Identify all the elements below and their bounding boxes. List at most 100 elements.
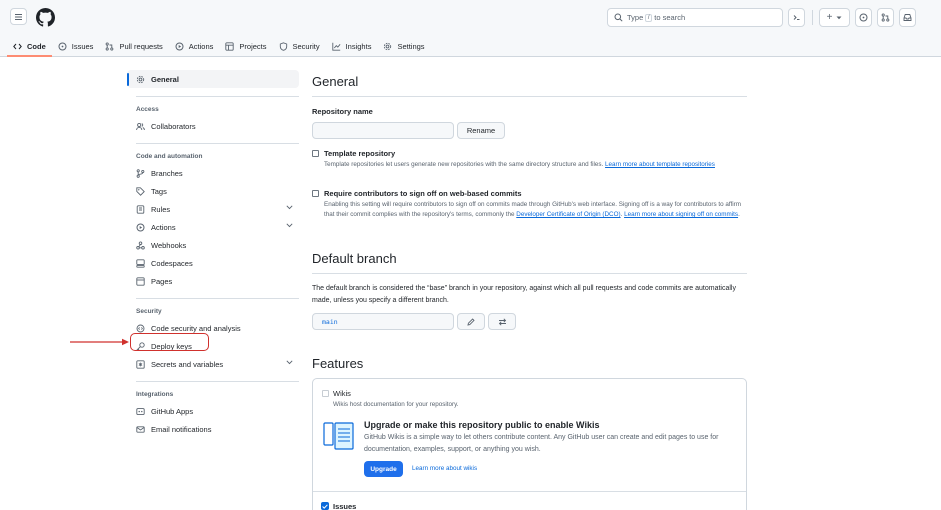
sidebar-item-tags[interactable]: Tags — [127, 182, 299, 200]
app-header: Type / to search + Code Issues Pull requ… — [0, 0, 941, 57]
template-title: Template repository — [324, 149, 396, 158]
inbox-icon — [903, 14, 912, 21]
sidebar-heading-integrations: Integrations — [136, 391, 174, 398]
tab-label: Projects — [239, 42, 267, 51]
repo-name-label: Repository name — [312, 107, 373, 116]
sidebar-item-label: Tags — [151, 186, 167, 196]
sidebar-item-label: Rules — [151, 204, 171, 214]
asterisk-icon — [136, 359, 145, 369]
wikis-title: Wikis — [333, 389, 351, 398]
sidebar-item-label: Pages — [151, 276, 173, 286]
search-box[interactable]: Type / to search — [607, 8, 783, 27]
edit-branch-button[interactable] — [457, 313, 485, 330]
sidebar-item-label: Secrets and variables — [151, 359, 224, 369]
section-divider — [312, 273, 747, 274]
sidebar-item-webhooks[interactable]: Webhooks — [127, 236, 299, 254]
github-logo[interactable] — [36, 8, 55, 27]
sidebar-heading-security: Security — [136, 308, 162, 315]
tab-projects[interactable]: Projects — [219, 36, 272, 57]
default-branch-field: main — [312, 313, 454, 330]
tab-settings[interactable]: Settings — [377, 36, 430, 57]
gear-icon — [136, 75, 145, 83]
features-title: Features — [312, 356, 364, 371]
dco-link[interactable]: Developer Certificate of Origin (DCO) — [516, 211, 620, 218]
signoff-checkbox[interactable] — [312, 190, 319, 197]
signoff-learn-more-link[interactable]: Learn more about signing off on commits — [624, 211, 738, 218]
learn-wikis-link[interactable]: Learn more about wikis — [412, 464, 477, 474]
check-icon — [322, 503, 328, 509]
pull-request-icon — [106, 42, 114, 51]
codescan-icon — [136, 324, 145, 332]
switch-branch-button[interactable] — [488, 313, 516, 330]
code-icon — [13, 43, 22, 50]
sidebar-divider — [136, 143, 299, 144]
issues-checkbox[interactable] — [321, 502, 329, 510]
wiki-upgrade-title: Upgrade or make this repository public t… — [364, 420, 600, 430]
repo-name-input[interactable] — [312, 122, 454, 139]
shield-icon — [279, 42, 287, 51]
sidebar-item-collaborators[interactable]: Collaborators — [127, 117, 299, 135]
sidebar-divider — [136, 96, 299, 97]
play-icon — [175, 42, 184, 51]
issues-title: Issues — [333, 502, 357, 510]
wikis-checkbox[interactable] — [322, 390, 329, 397]
sidebar-heading-code: Code and automation — [136, 153, 203, 160]
sidebar-item-email-notifications[interactable]: Email notifications — [127, 420, 299, 438]
search-icon — [614, 13, 623, 22]
browser-icon — [136, 276, 145, 286]
github-mark-icon — [36, 8, 55, 27]
sidebar-item-actions[interactable]: Actions — [127, 218, 299, 236]
template-checkbox[interactable] — [312, 150, 319, 157]
caret-down-icon — [836, 16, 842, 19]
pencil-icon — [467, 317, 475, 326]
wikis-description: Wikis host documentation for your reposi… — [333, 401, 459, 408]
book-icon — [323, 422, 354, 450]
sidebar-item-branches[interactable]: Branches — [127, 164, 299, 182]
inbox-button[interactable] — [899, 8, 916, 27]
arrow-switch-icon — [498, 317, 506, 326]
tab-insights[interactable]: Insights — [326, 36, 378, 57]
command-palette-button[interactable] — [788, 8, 805, 27]
search-prefix: Type — [627, 13, 644, 22]
sidebar-divider — [136, 298, 299, 299]
template-learn-more-link[interactable]: Learn more about template repositories — [605, 161, 715, 168]
create-new-button[interactable]: + — [819, 8, 850, 27]
hamburger-icon — [15, 13, 22, 20]
issues-button[interactable] — [855, 8, 872, 27]
sidebar-item-label: Webhooks — [151, 240, 187, 250]
issue-opened-icon — [859, 13, 868, 22]
wiki-upgrade-description: GitHub Wikis is a simple way to let othe… — [364, 434, 719, 453]
sidebar-item-github-apps[interactable]: GitHub Apps — [127, 402, 299, 420]
section-divider — [312, 96, 747, 97]
plus-icon: + — [826, 12, 833, 23]
tab-label: Issues — [71, 42, 94, 51]
chevron-down-icon — [286, 223, 293, 228]
tab-code[interactable]: Code — [7, 36, 52, 57]
tab-pull-requests[interactable]: Pull requests — [99, 36, 168, 57]
sidebar-item-label: Actions — [151, 222, 176, 232]
tab-actions[interactable]: Actions — [169, 36, 220, 57]
graph-icon — [331, 42, 341, 51]
tab-issues[interactable]: Issues — [52, 36, 100, 57]
annotation-highlight — [130, 333, 209, 351]
people-icon — [136, 122, 145, 130]
sidebar-item-pages[interactable]: Pages — [127, 272, 299, 290]
sidebar-item-label: Code security and analysis — [151, 323, 241, 333]
menu-button[interactable] — [10, 8, 27, 25]
signoff-description: Enabling this setting will require contr… — [324, 201, 741, 218]
sidebar-item-general[interactable]: General — [127, 70, 299, 88]
upgrade-button[interactable]: Upgrade — [364, 461, 403, 477]
branch-name: main — [322, 317, 338, 326]
rename-button[interactable]: Rename — [457, 122, 505, 139]
sidebar-item-secrets[interactable]: Secrets and variables — [127, 355, 299, 373]
template-description: Template repositories let users generate… — [324, 161, 715, 168]
page-title: General — [312, 74, 359, 89]
sidebar-item-codespaces[interactable]: Codespaces — [127, 254, 299, 272]
sidebar-item-label: Email notifications — [151, 424, 212, 434]
apps-icon — [136, 407, 145, 415]
header-divider — [812, 10, 813, 25]
sidebar-item-rules[interactable]: Rules — [127, 200, 299, 218]
pull-requests-button[interactable] — [877, 8, 894, 27]
chevron-down-icon — [286, 360, 293, 365]
tab-security[interactable]: Security — [273, 36, 326, 57]
